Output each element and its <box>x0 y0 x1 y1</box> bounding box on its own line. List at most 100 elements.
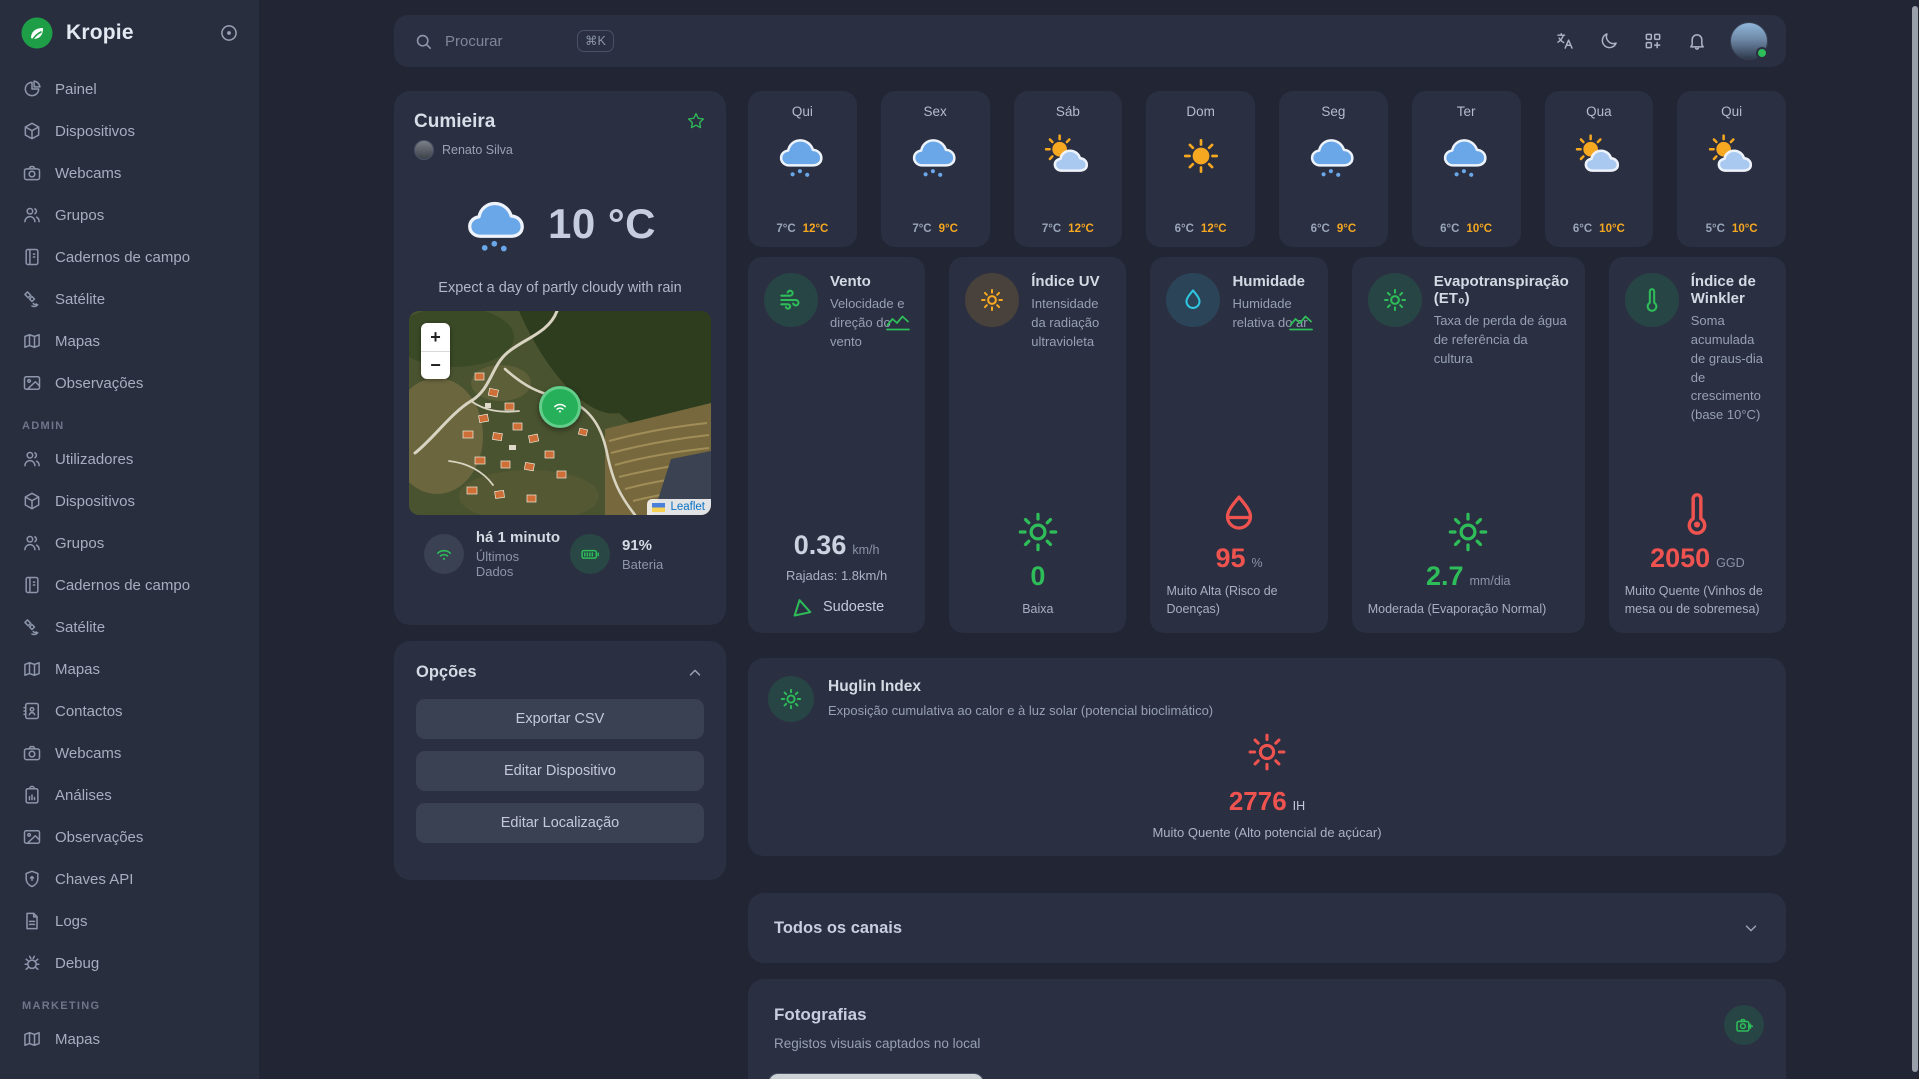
sidebar-item-grupos[interactable]: Grupos <box>0 194 259 236</box>
location-map[interactable]: + − Leaflet <box>409 311 711 515</box>
app-logo-row: Kropie <box>0 0 259 62</box>
map-zoom-out-button[interactable]: − <box>421 351 450 379</box>
wind-card[interactable]: Vento Velocidade e direção do vento 0.36… <box>748 257 925 633</box>
sidebar-item-observacoes[interactable]: Observações <box>0 362 259 404</box>
channels-expander[interactable]: Todos os canais <box>748 893 1786 963</box>
forecast-card[interactable]: Ter 6°C10°C <box>1412 91 1521 247</box>
sidebar-item-label: Observações <box>55 829 143 846</box>
droplet-icon <box>1180 287 1206 313</box>
sidebar-item-cadernos[interactable]: Cadernos de campo <box>0 236 259 278</box>
sidebar-item-observacoes-admin[interactable]: Observações <box>0 816 259 858</box>
sun-cloud-icon <box>1706 133 1758 179</box>
favorite-star-icon[interactable] <box>686 111 706 131</box>
forecast-card[interactable]: Qua 6°C10°C <box>1545 91 1654 247</box>
forecast-card[interactable]: Qui 5°C10°C <box>1677 91 1786 247</box>
sidebar-item-analises[interactable]: Análises <box>0 774 259 816</box>
uv-index-card[interactable]: Índice UV Intensidade da radiação ultrav… <box>949 257 1126 633</box>
sidebar-item-dispositivos-admin[interactable]: Dispositivos <box>0 480 259 522</box>
owner-avatar <box>414 140 434 160</box>
page-scrollbar[interactable] <box>1912 6 1918 1072</box>
temp-max: 9°C <box>939 223 958 235</box>
sidebar-item-satelite[interactable]: Satélite <box>0 278 259 320</box>
forecast-card[interactable]: Sáb 7°C12°C <box>1014 91 1123 247</box>
forecast-card[interactable]: Qui 7°C12°C <box>748 91 857 247</box>
sidebar-item-label: Dispositivos <box>55 493 135 510</box>
huglin-status: Muito Quente (Alto potencial de açúcar) <box>1152 825 1381 840</box>
edit-device-button[interactable]: Editar Dispositivo <box>416 751 704 791</box>
sidebar-collapse-button[interactable] <box>219 23 239 43</box>
user-avatar[interactable] <box>1730 22 1768 60</box>
temp-max: 12°C <box>803 223 829 235</box>
edit-location-button[interactable]: Editar Localização <box>416 803 704 843</box>
notifications-button[interactable] <box>1680 24 1714 58</box>
grid-plus-icon <box>1643 31 1663 51</box>
map-icon <box>22 331 42 351</box>
search-bar[interactable]: ⌘K <box>414 30 1548 52</box>
last-data-value: há 1 minuto <box>476 529 560 546</box>
moon-icon <box>1599 31 1619 51</box>
et0-unit: mm/dia <box>1470 574 1511 588</box>
sidebar-item-mapas-marketing[interactable]: Mapas <box>0 1018 259 1060</box>
sidebar-item-label: Mapas <box>55 1031 100 1048</box>
metric-title: Índice de Winkler <box>1691 273 1770 307</box>
evapotranspiration-card[interactable]: Evapotranspiração (ET₀) Taxa de perda de… <box>1352 257 1585 633</box>
sidebar-item-utilizadores[interactable]: Utilizadores <box>0 438 259 480</box>
sidebar-item-webcams-admin[interactable]: Webcams <box>0 732 259 774</box>
humidity-status: Muito Alta (Risco de Doenças) <box>1166 582 1311 620</box>
pie-chart-icon <box>22 79 42 99</box>
temp-max: 12°C <box>1201 223 1227 235</box>
sidebar-item-chaves-api[interactable]: Chaves API <box>0 858 259 900</box>
topbar: ⌘K <box>394 15 1786 67</box>
sidebar-item-grupos-admin[interactable]: Grupos <box>0 522 259 564</box>
sidebar-item-mapas[interactable]: Mapas <box>0 320 259 362</box>
huglin-title: Huglin Index <box>828 678 1213 696</box>
add-photo-button[interactable] <box>1724 1005 1764 1045</box>
temp-max: 10°C <box>1732 223 1758 235</box>
file-text-icon <box>22 911 42 931</box>
language-button[interactable] <box>1548 24 1582 58</box>
sidebar-item-label: Webcams <box>55 745 121 762</box>
forecast-card[interactable]: Dom 6°C12°C <box>1146 91 1255 247</box>
options-header[interactable]: Opções <box>416 663 704 682</box>
device-map-marker[interactable] <box>539 386 581 428</box>
search-input[interactable] <box>445 33 565 50</box>
map-attribution[interactable]: Leaflet <box>647 499 711 515</box>
map-zoom-in-button[interactable]: + <box>421 323 450 351</box>
winkler-index-card[interactable]: Índice de Winkler Soma acumulada de grau… <box>1609 257 1786 633</box>
sidebar-item-logs[interactable]: Logs <box>0 900 259 942</box>
map-icon <box>22 659 42 679</box>
huglin-index-card: Huglin Index Exposição cumulativa ao cal… <box>748 658 1786 856</box>
image-icon <box>22 827 42 847</box>
topbar-actions <box>1548 22 1768 60</box>
sidebar-item-contactos[interactable]: Contactos <box>0 690 259 732</box>
sidebar-item-label: Mapas <box>55 333 100 350</box>
metric-desc: Taxa de perda de água de referência da c… <box>1434 312 1569 369</box>
sidebar-item-mapas-admin[interactable]: Mapas <box>0 648 259 690</box>
cloud-rain-icon <box>464 194 530 254</box>
humidity-unit: % <box>1252 556 1263 570</box>
forecast-card[interactable]: Sex 7°C9°C <box>881 91 990 247</box>
ukraine-flag-icon <box>652 503 665 512</box>
box-icon <box>22 491 42 511</box>
satellite-icon <box>22 617 42 637</box>
bell-icon <box>1687 31 1707 51</box>
photo-thumbnail[interactable] <box>768 1073 984 1079</box>
sidebar-item-satelite-admin[interactable]: Satélite <box>0 606 259 648</box>
sidebar-item-cadernos-admin[interactable]: Cadernos de campo <box>0 564 259 606</box>
forecast-day: Dom <box>1186 104 1215 119</box>
notebook-icon <box>22 247 42 267</box>
apps-button[interactable] <box>1636 24 1670 58</box>
forecast-card[interactable]: Seg 6°C9°C <box>1279 91 1388 247</box>
sidebar-item-painel[interactable]: Painel <box>0 68 259 110</box>
sidebar-item-webcams[interactable]: Webcams <box>0 152 259 194</box>
temp-min: 5°C <box>1706 223 1725 235</box>
sun-icon <box>1175 133 1227 179</box>
forecast-row: Qui 7°C12°C Sex 7°C9°C Sáb 7°C12°C Dom 6… <box>748 91 1786 247</box>
battery-value: 91% <box>622 537 663 554</box>
sidebar-item-debug[interactable]: Debug <box>0 942 259 984</box>
humidity-card[interactable]: Humidade Humidade relativa do ar 95 % Mu… <box>1150 257 1327 633</box>
sidebar-item-dispositivos[interactable]: Dispositivos <box>0 110 259 152</box>
export-csv-button[interactable]: Exportar CSV <box>416 699 704 739</box>
dark-mode-button[interactable] <box>1592 24 1626 58</box>
temp-max: 12°C <box>1068 223 1094 235</box>
